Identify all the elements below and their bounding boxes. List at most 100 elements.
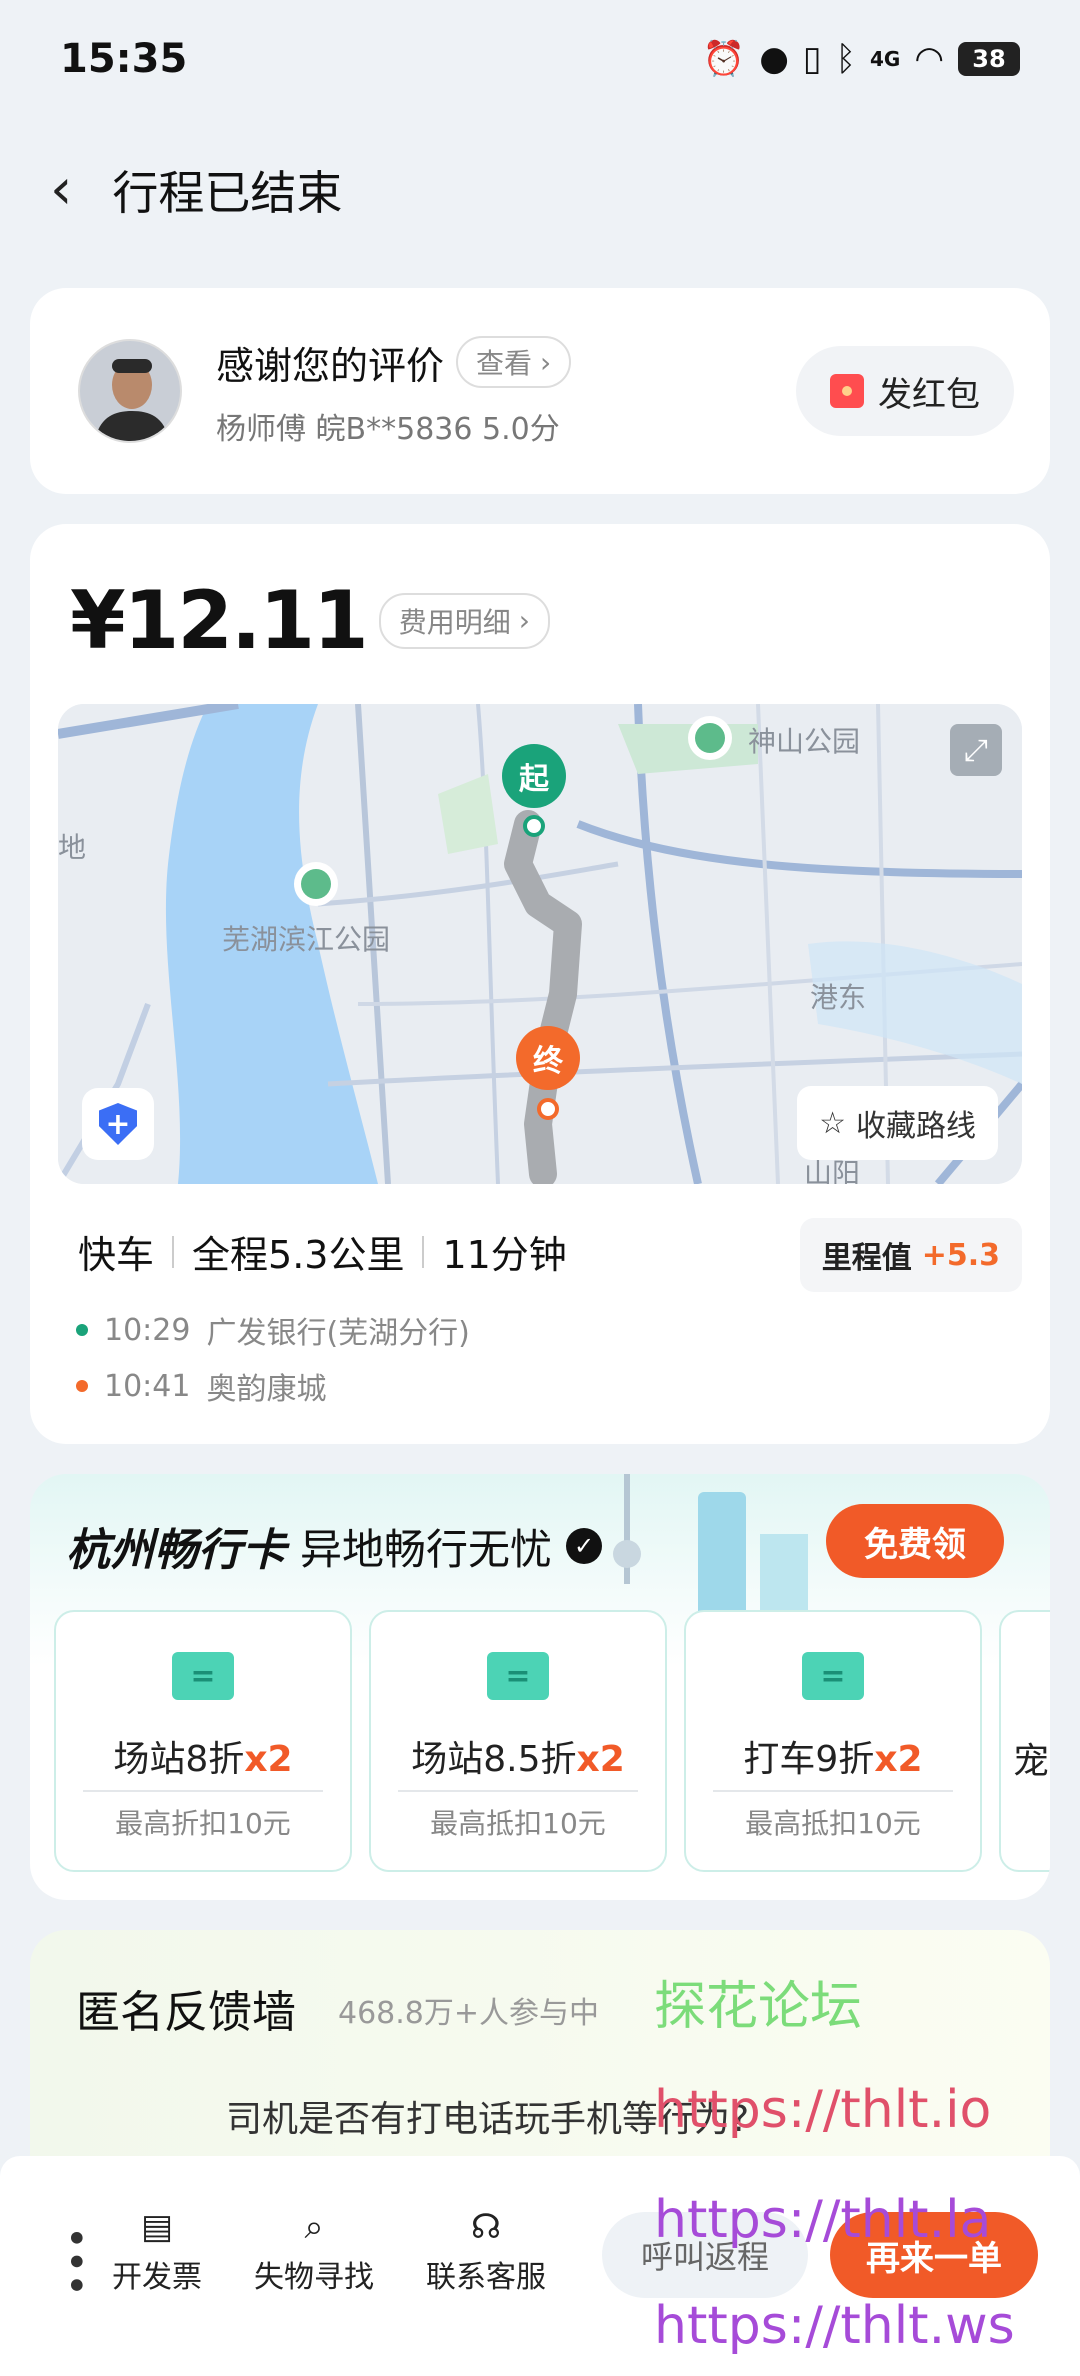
- watermark-forum: 探花论坛: [654, 1977, 863, 2037]
- stop-end-place: 奥韵康城: [206, 1372, 327, 1407]
- coupon-note: 最高抵扣10元: [745, 1807, 921, 1840]
- headset-icon: ☊: [470, 2207, 502, 2247]
- status-icons: ⏰ ● ▯ ᛒ 4G ◠ 38: [703, 39, 1020, 79]
- ticket-icon: =: [802, 1652, 864, 1700]
- bluetooth-icon: ᛒ: [835, 39, 856, 79]
- search-icon: ⌕: [304, 2207, 324, 2247]
- coupon-note: 最高抵扣10元: [430, 1807, 606, 1840]
- feedback-title: 匿名反馈墙: [76, 1987, 296, 2038]
- free-claim-button[interactable]: 免费领: [826, 1504, 1004, 1578]
- page-title: 行程已结束: [112, 166, 343, 220]
- status-bar: 15:35 ⏰ ● ▯ ᛒ 4G ◠ 38: [0, 0, 1080, 118]
- promo-card[interactable]: 杭州畅行卡 异地畅行无忧 ✓ 免费领 = 场站8折x2 最高折扣10元 = 场站…: [30, 1474, 1050, 1900]
- driver-subtitle: 杨师傅 皖B**5836 5.0分: [216, 411, 560, 447]
- map-label-gangdong: 港东: [810, 981, 867, 1014]
- coupon-card[interactable]: = 打车9折x2 最高抵扣10元: [684, 1610, 982, 1872]
- favorite-route-button[interactable]: ☆ 收藏路线: [797, 1086, 998, 1160]
- coupon-card[interactable]: = 场站8.5折x2 最高抵扣10元: [369, 1610, 667, 1872]
- battery-icon: 38: [958, 42, 1020, 76]
- fee-detail-button[interactable]: 费用明细 ›: [378, 592, 550, 649]
- trip-card: ¥12.11 费用明细 › 神山公园 芜湖滨江公园 港东 山阳 地 起 终 ⤢ …: [30, 524, 1050, 1444]
- driver-info: 感谢您的评价 查看 › 杨师傅 皖B**5836 5.0分: [216, 335, 796, 448]
- thanks-row: 感谢您的评价 查看 ›: [216, 335, 796, 390]
- ride-type: 快车: [78, 1233, 155, 1277]
- more-icon[interactable]: •••: [52, 2226, 98, 2297]
- thanks-text: 感谢您的评价: [216, 343, 445, 388]
- stop-start-place: 广发银行(芜湖分行): [206, 1316, 470, 1351]
- start-dot-icon: [76, 1324, 88, 1336]
- coupon-title: 场站8.5折x2: [411, 1739, 625, 1780]
- watermark-url-3: https://thlt.ws: [654, 2296, 1015, 2356]
- support-button[interactable]: ☊ 联系客服: [426, 2207, 546, 2296]
- end-dot-icon: [76, 1380, 88, 1392]
- chevron-right-icon: ›: [518, 604, 530, 637]
- trip-price: ¥12.11: [70, 574, 369, 667]
- feedback-count: 468.8万+人参与中: [338, 1996, 600, 2031]
- promo-title: 杭州畅行卡 异地畅行无忧 ✓: [66, 1514, 603, 1578]
- fee-detail-label: 费用明细: [398, 605, 511, 639]
- red-packet-label: 发红包: [878, 374, 980, 415]
- mileage-value: +5.3: [921, 1237, 1000, 1273]
- map-label-shenshan-park: 神山公园: [748, 725, 861, 758]
- wifi-icon: ◠: [914, 39, 944, 79]
- invoice-button[interactable]: ▤ 开发票: [112, 2207, 202, 2296]
- watermark-url-2: https://thlt.la: [654, 2190, 992, 2250]
- feedback-card[interactable]: 匿名反馈墙 468.8万+人参与中 司机是否有打电话玩手机等行为?: [30, 1930, 1050, 2190]
- promo-brand: 杭州畅行卡: [66, 1525, 286, 1576]
- divider: [422, 1235, 425, 1268]
- stop-end: 10:41 奥韵康城: [76, 1364, 326, 1408]
- ticket-icon: =: [487, 1652, 549, 1700]
- divider: [713, 1790, 953, 1792]
- header: ‹ 行程已结束: [0, 140, 1080, 240]
- expand-map-icon[interactable]: ⤢: [950, 724, 1002, 776]
- promo-subtitle: 异地畅行无忧: [300, 1524, 553, 1574]
- star-icon: ☆: [819, 1105, 846, 1141]
- route-map[interactable]: 神山公园 芜湖滨江公园 港东 山阳 地 起 终 ⤢ + ☆ 收藏路线: [58, 704, 1022, 1184]
- driver-card: 感谢您的评价 查看 › 杨师傅 皖B**5836 5.0分 发红包: [30, 288, 1050, 494]
- status-time: 15:35: [60, 36, 188, 82]
- support-label: 联系客服: [426, 2260, 546, 2295]
- view-rating-label: 查看: [476, 347, 533, 380]
- coupon-title: 宠: [1013, 1741, 1050, 1782]
- driver-avatar[interactable]: [78, 339, 182, 443]
- invoice-label: 开发票: [112, 2260, 202, 2295]
- coupon-title: 场站8折x2: [113, 1739, 293, 1780]
- map-label-binjiang-park: 芜湖滨江公园: [222, 923, 391, 956]
- divider: [83, 1790, 323, 1792]
- check-icon: ✓: [566, 1528, 603, 1564]
- invoice-icon: ▤: [140, 2207, 174, 2247]
- price-row: ¥12.11 费用明细 ›: [70, 574, 550, 667]
- map-label-edge: 地: [58, 831, 87, 864]
- coupon-title: 打车9折x2: [743, 1739, 923, 1780]
- stop-start-time: 10:29: [104, 1312, 191, 1348]
- shield-icon: +: [99, 1103, 137, 1145]
- lost-found-label: 失物寻找: [254, 2260, 374, 2295]
- trip-distance: 全程5.3公里: [192, 1233, 405, 1277]
- chevron-right-icon: ›: [540, 345, 552, 379]
- coupon-card[interactable]: 宠: [999, 1610, 1050, 1872]
- coupon-card[interactable]: = 场站8折x2 最高折扣10元: [54, 1610, 352, 1872]
- divider: [398, 1790, 638, 1792]
- red-envelope-icon: [830, 374, 864, 408]
- stop-end-time: 10:41: [104, 1368, 191, 1404]
- stop-start: 10:29 广发银行(芜湖分行): [76, 1308, 470, 1352]
- ticket-icon: =: [172, 1652, 234, 1700]
- start-pin: 起: [502, 744, 566, 808]
- red-packet-button[interactable]: 发红包: [796, 346, 1014, 436]
- signal-4g-icon: 4G: [869, 47, 901, 71]
- coupon-note: 最高折扣10元: [115, 1807, 291, 1840]
- mileage-badge[interactable]: 里程值 +5.3: [799, 1218, 1022, 1292]
- lost-found-button[interactable]: ⌕ 失物寻找: [254, 2207, 374, 2296]
- mileage-label: 里程值: [821, 1241, 912, 1276]
- back-arrow-icon[interactable]: ‹: [50, 162, 72, 218]
- view-rating-button[interactable]: 查看 ›: [456, 336, 572, 388]
- location-icon: ●: [759, 39, 789, 79]
- safety-button[interactable]: +: [82, 1088, 154, 1160]
- alarm-icon: ⏰: [702, 39, 746, 79]
- divider: [172, 1235, 175, 1268]
- trip-summary: 快车 全程5.3公里 11分钟: [78, 1224, 567, 1279]
- favorite-route-label: 收藏路线: [856, 1109, 976, 1144]
- trip-duration: 11分钟: [442, 1233, 567, 1277]
- watermark-url-1: https://thlt.io: [654, 2080, 992, 2140]
- end-pin: 终: [516, 1026, 580, 1090]
